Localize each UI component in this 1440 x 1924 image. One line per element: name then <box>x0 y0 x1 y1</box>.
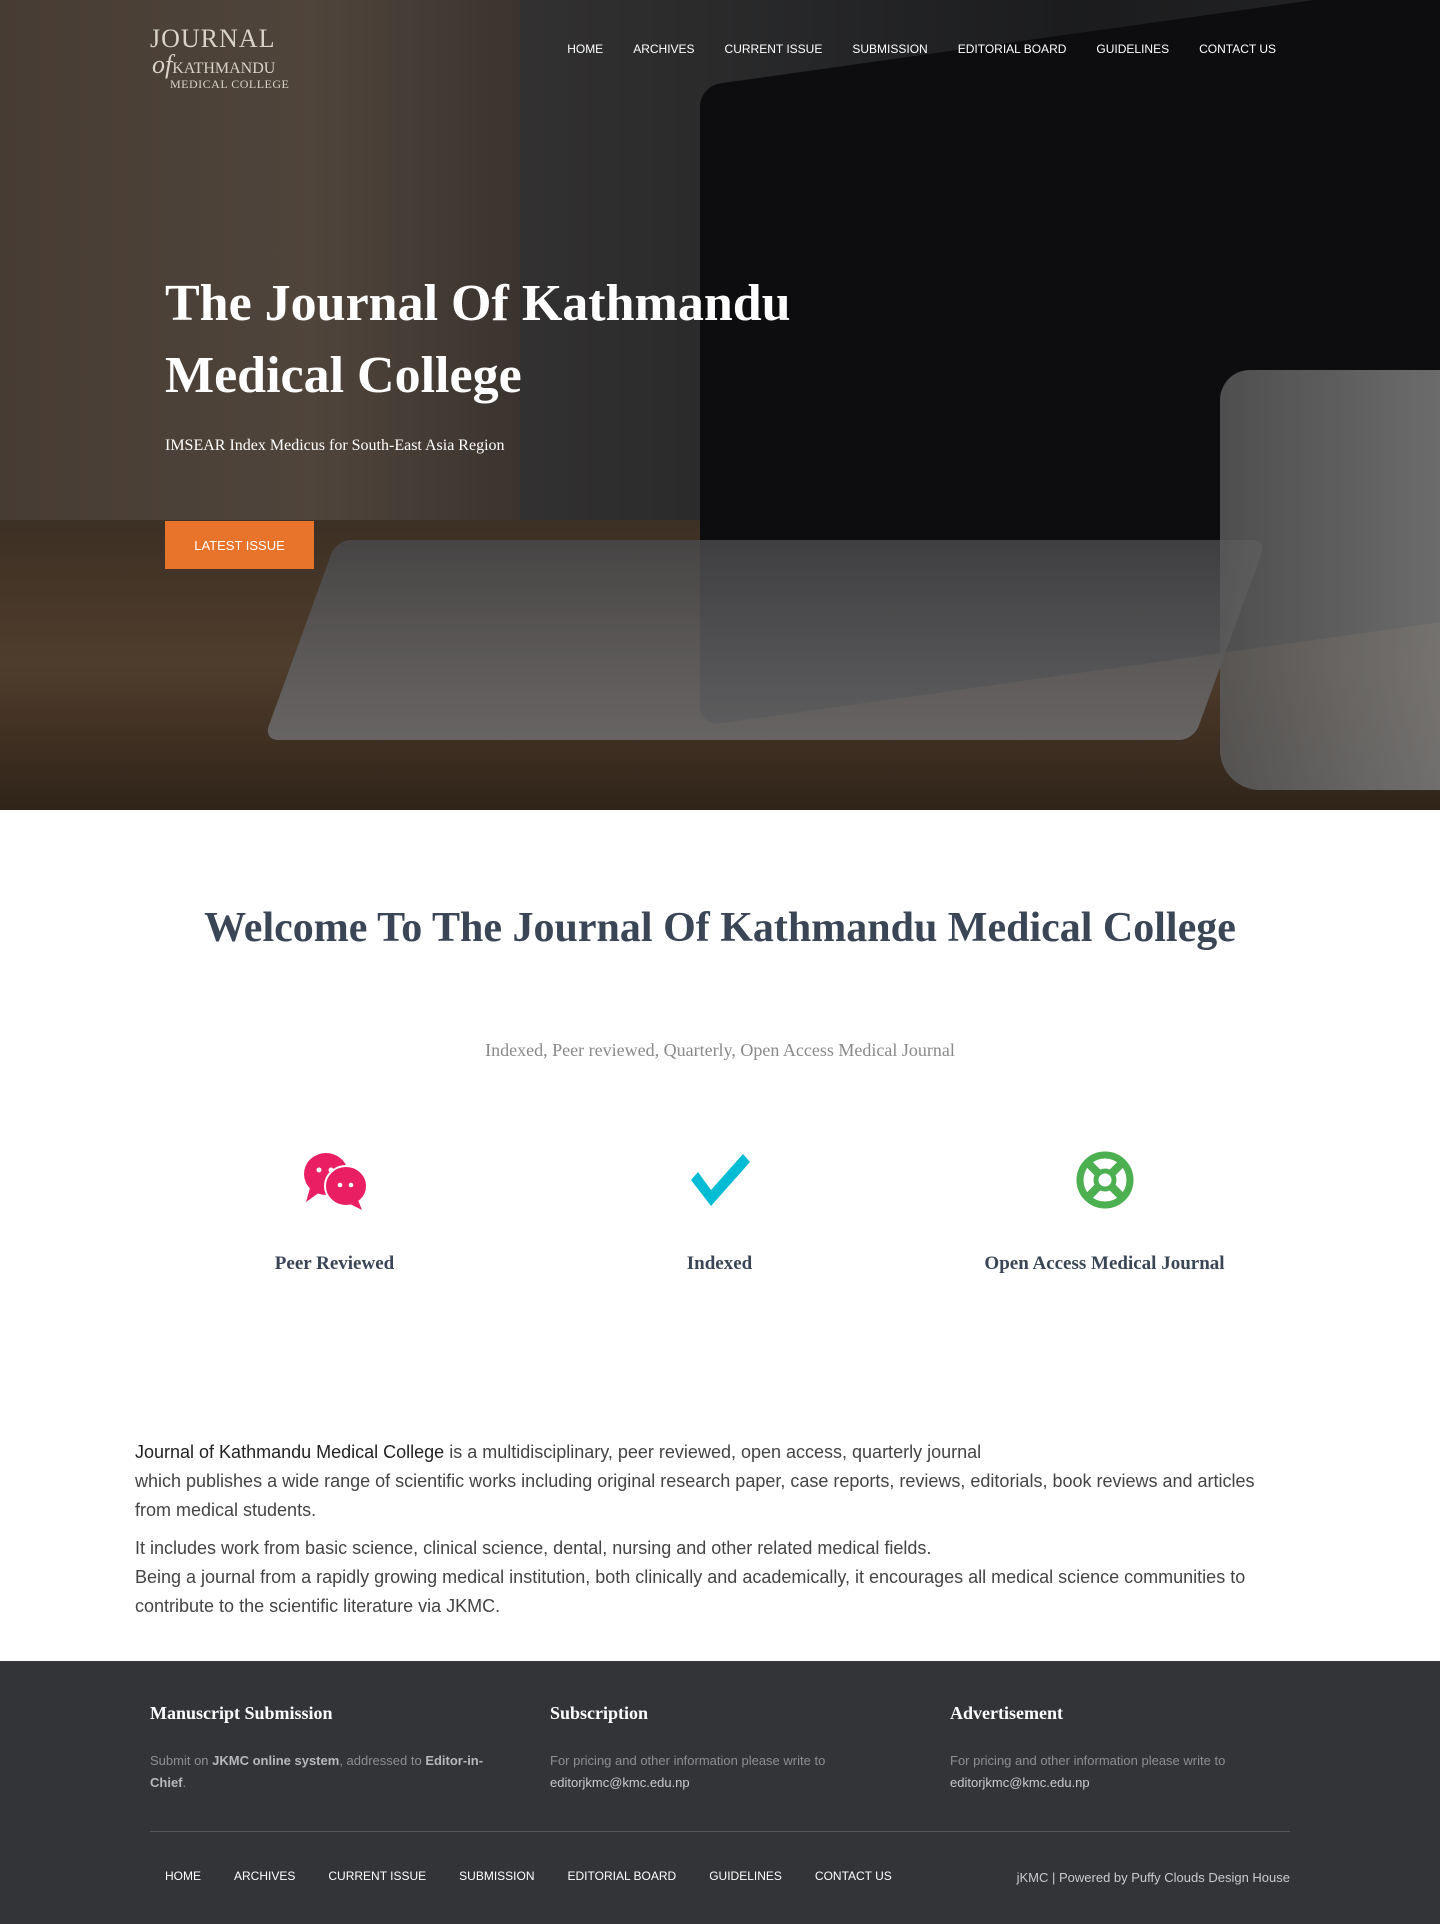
nav-current-issue[interactable]: CURRENT ISSUE <box>725 42 823 56</box>
chat-bubbles-icon <box>303 1153 368 1210</box>
footer-nav-contact-us[interactable]: CONTACT US <box>815 1869 892 1883</box>
nav-archives[interactable]: ARCHIVES <box>633 42 694 56</box>
life-ring-icon <box>1076 1151 1133 1209</box>
footer-manuscript: Manuscript Submission Submit on JKMC onl… <box>150 1703 484 1790</box>
footer-nav-home[interactable]: HOME <box>165 1869 201 1883</box>
footer-divider <box>150 1831 1290 1832</box>
jkmc-online-system-link[interactable]: JKMC online system <box>212 1753 339 1768</box>
feature-indexed: Indexed <box>527 1145 912 1275</box>
latest-issue-button[interactable]: LATEST ISSUE <box>165 521 314 569</box>
footer-nav-archives[interactable]: ARCHIVES <box>234 1869 295 1883</box>
welcome-subtitle: Indexed, Peer reviewed, Quarterly, Open … <box>485 1040 955 1060</box>
subscription-email-link[interactable]: editorjkmc@kmc.edu.np <box>550 1775 690 1790</box>
footer-credit: jKMC | Powered by Puffy Clouds Design Ho… <box>1016 1870 1290 1885</box>
feature-open-access: Open Access Medical Journal <box>912 1145 1297 1275</box>
footer-nav-guidelines[interactable]: GUIDELINES <box>709 1869 782 1883</box>
footer-nav-current-issue[interactable]: CURRENT ISSUE <box>328 1869 426 1883</box>
about-text: Journal of Kathmandu Medical College is … <box>135 1442 1255 1616</box>
nav-contact-us[interactable]: CONTACT US <box>1199 42 1276 56</box>
footer-nav: HOME ARCHIVES CURRENT ISSUE SUBMISSION E… <box>165 1869 892 1883</box>
footer-subscription: Subscription For pricing and other infor… <box>550 1703 826 1790</box>
puffy-clouds-link[interactable]: Puffy Clouds Design House <box>1131 1870 1290 1885</box>
site-logo[interactable]: JOURNAL ofKATHMANDU MEDICAL COLLEGE <box>150 26 289 91</box>
hero-subtitle: IMSEAR Index Medicus for South-East Asia… <box>165 437 505 454</box>
hero-title: The Journal Of Kathmandu Medical College <box>165 275 791 404</box>
nav-home[interactable]: HOME <box>567 42 603 56</box>
nav-submission[interactable]: SUBMISSION <box>852 42 927 56</box>
footer-nav-editorial-board[interactable]: EDITORIAL BOARD <box>568 1869 677 1883</box>
footer-nav-submission[interactable]: SUBMISSION <box>459 1869 534 1883</box>
main-nav: HOME ARCHIVES CURRENT ISSUE SUBMISSION E… <box>567 42 1276 56</box>
advertisement-email-link[interactable]: editorjkmc@kmc.edu.np <box>950 1775 1090 1790</box>
feature-peer-reviewed: Peer Reviewed <box>142 1145 527 1275</box>
welcome-title: Welcome To The Journal Of Kathmandu Medi… <box>204 905 1236 951</box>
footer-advertisement: Advertisement For pricing and other info… <box>950 1703 1226 1790</box>
checkmark-icon <box>690 1154 750 1206</box>
nav-editorial-board[interactable]: EDITORIAL BOARD <box>958 42 1067 56</box>
nav-guidelines[interactable]: GUIDELINES <box>1096 42 1169 56</box>
